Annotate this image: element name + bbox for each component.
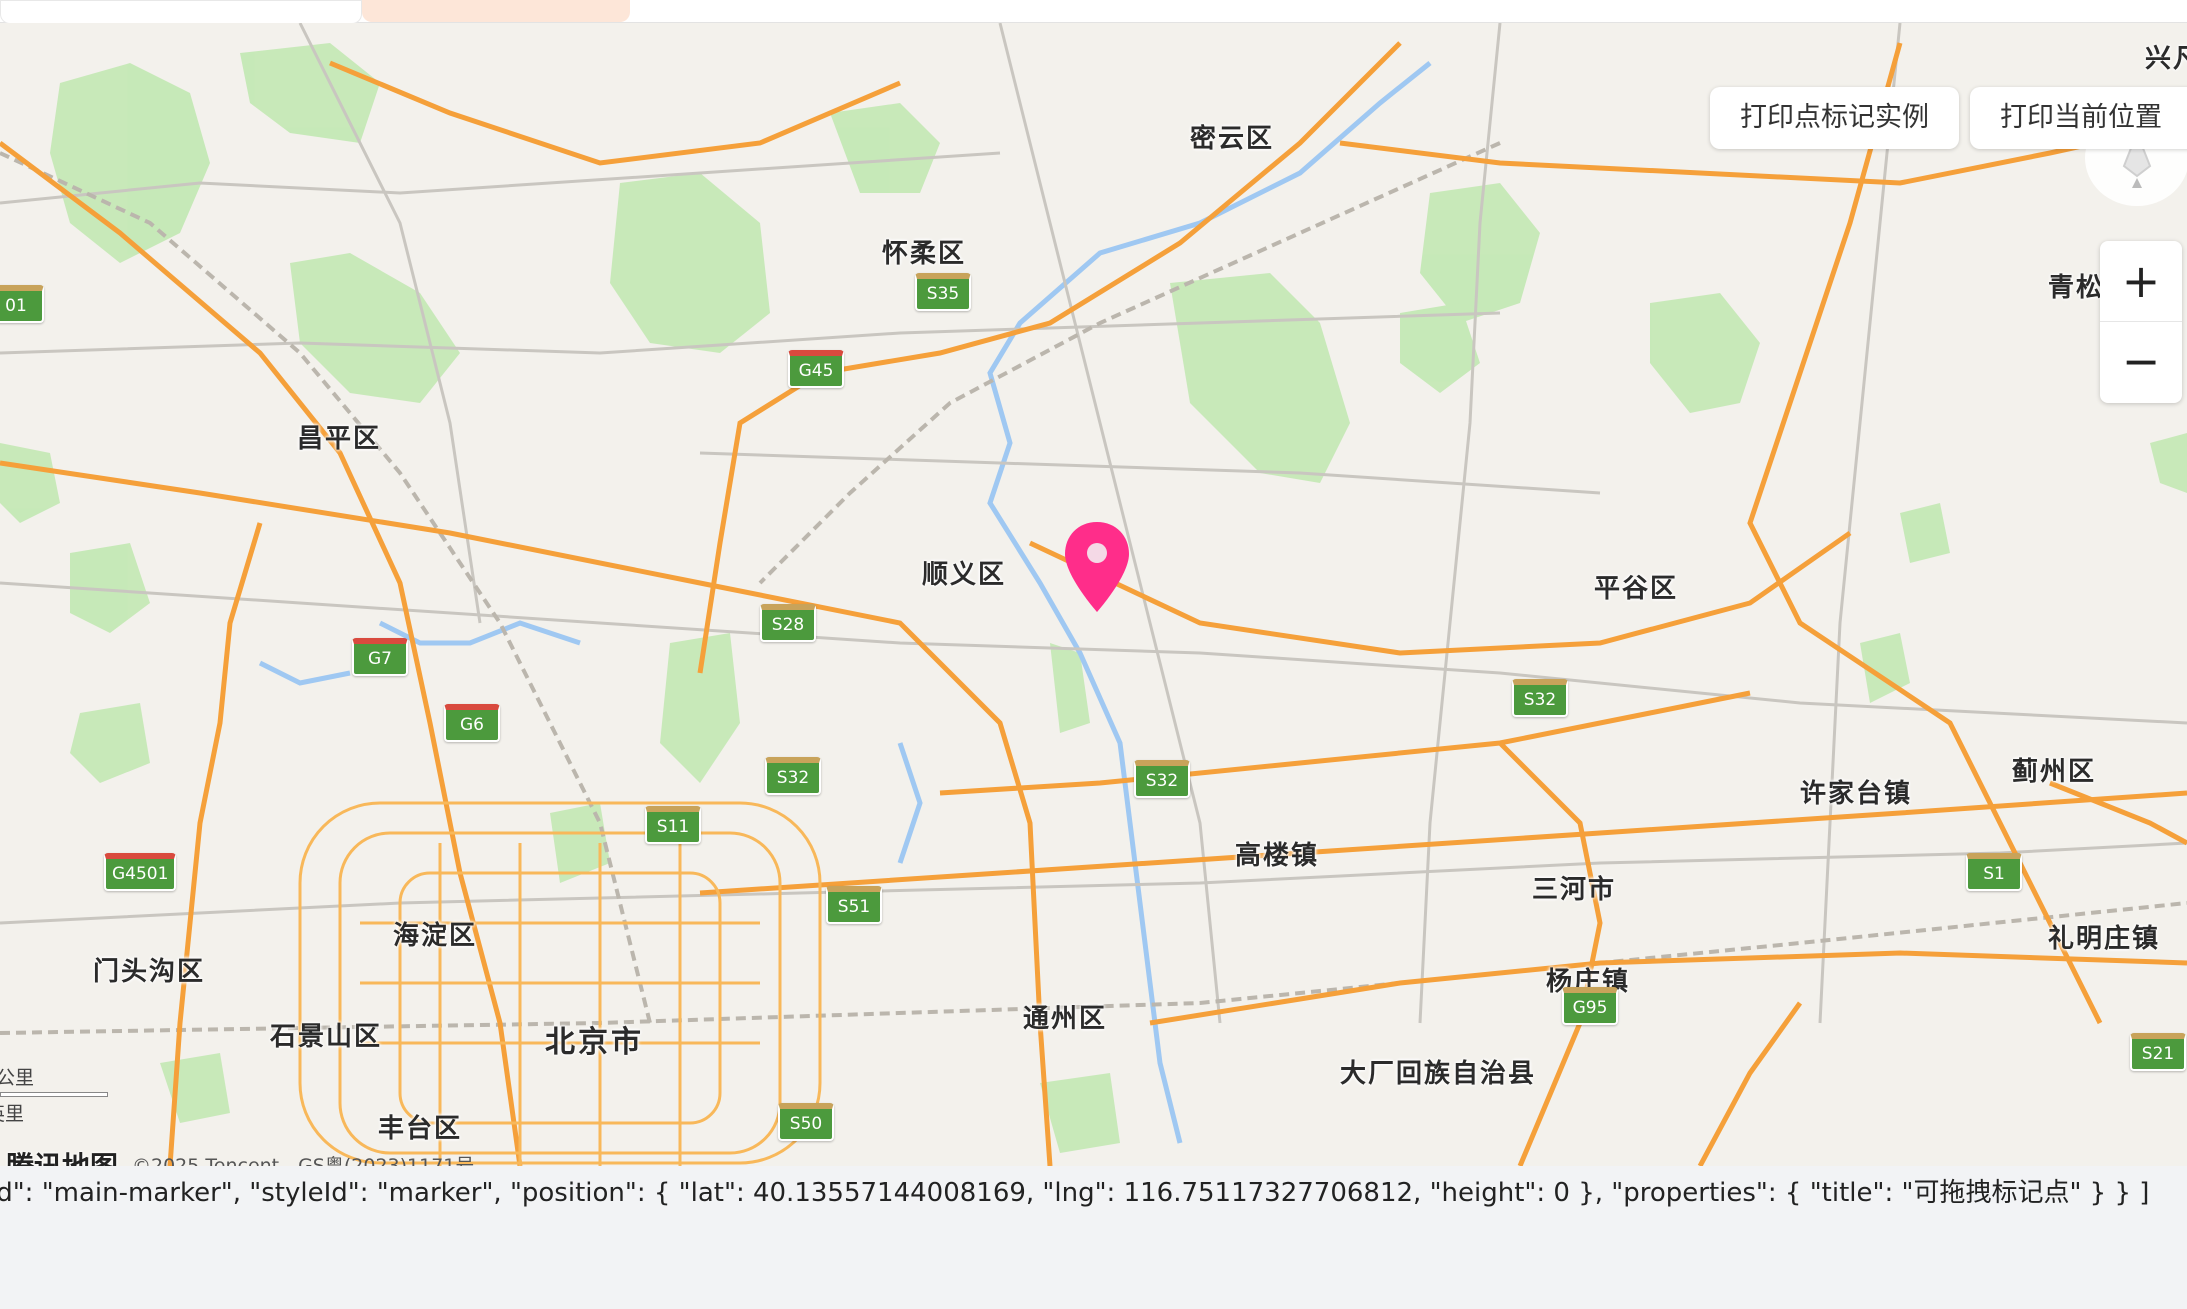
print-current-position-button[interactable]: 打印当前位置 — [1970, 87, 2187, 149]
place-label-shijingshan: 石景山区 — [270, 1022, 383, 1052]
road-shield-g6: G6 — [444, 704, 500, 742]
road-shield-s35: S35 — [915, 273, 971, 311]
print-marker-instance-button[interactable]: 打印点标记实例 — [1710, 87, 1959, 149]
zoom-out-button[interactable]: − — [2100, 321, 2182, 401]
scale-mile-label: 英里 — [0, 1103, 25, 1125]
place-label-beijing: 北京市 — [545, 1025, 644, 1060]
zoom-in-button[interactable]: + — [2100, 241, 2182, 321]
location-pin-icon[interactable] — [1062, 520, 1132, 614]
road-shield-s51: S51 — [826, 886, 882, 924]
place-label-xujiatai: 许家台镇 — [1800, 779, 1913, 809]
console-output: id": "main-marker", "styleId": "marker",… — [0, 1178, 2150, 1208]
road-shield-s50: S50 — [778, 1103, 834, 1141]
place-label-jizhou: 蓟州区 — [2012, 757, 2097, 787]
place-label-tongzhou: 通州区 — [1023, 1004, 1108, 1034]
place-label-dachang: 大厂回族自治县 — [1340, 1059, 1537, 1089]
place-label-xing: 兴凡 — [2145, 44, 2187, 74]
place-label-gaolou: 高楼镇 — [1235, 841, 1320, 871]
rivers — [258, 61, 1432, 1144]
road-shield-s21: S21 — [2130, 1033, 2186, 1071]
tab-active[interactable] — [362, 0, 630, 22]
road-shield-g45: G45 — [788, 350, 844, 388]
map-canvas[interactable]: 密云区 怀柔区 昌平区 顺义区 平谷区 高楼镇 三河市 海淀区 门头沟区 石景山… — [0, 23, 2187, 1166]
zoom-control: + − — [2100, 241, 2182, 403]
road-shield-s32-a: S32 — [765, 757, 821, 795]
place-label-shunyi: 顺义区 — [922, 560, 1007, 590]
road-shield-g7: G7 — [352, 638, 408, 676]
tencent-map-logo: 腾讯地图 — [6, 1145, 118, 1166]
place-label-haidian: 海淀区 — [393, 921, 478, 951]
map-scale: 公里 英里 — [0, 1063, 108, 1126]
road-shield-s32-c: S32 — [1512, 679, 1568, 717]
scale-km-label: 公里 — [0, 1067, 35, 1089]
road-shield-g01: 01 — [0, 285, 44, 323]
road-shield-s32-b: S32 — [1134, 760, 1190, 798]
place-label-huairou: 怀柔区 — [882, 239, 967, 269]
road-shield-g95: G95 — [1562, 987, 1618, 1025]
map-copyright: ©2025 Tencent - GS粤(2023)1171号 — [132, 1155, 475, 1166]
place-label-mentougou: 门头沟区 — [93, 957, 206, 987]
road-shield-s11: S11 — [645, 806, 701, 844]
road-shield-g4501: G4501 — [104, 853, 177, 891]
place-label-sanhe: 三河市 — [1532, 875, 1617, 905]
place-label-limingzhuang: 礼明庄镇 — [2048, 924, 2161, 954]
top-tab-bar — [0, 0, 2187, 24]
place-label-miyun: 密云区 — [1190, 124, 1275, 154]
scale-bar — [0, 1092, 108, 1097]
road-shield-s1: S1 — [1966, 853, 2022, 891]
place-label-pinggu: 平谷区 — [1594, 574, 1679, 604]
place-label-qingsong: 青松 — [2048, 273, 2105, 303]
tab-left[interactable] — [0, 0, 362, 24]
place-label-changping: 昌平区 — [297, 424, 382, 454]
road-shield-s28: S28 — [760, 604, 816, 642]
place-label-fengtai: 丰台区 — [378, 1114, 463, 1144]
